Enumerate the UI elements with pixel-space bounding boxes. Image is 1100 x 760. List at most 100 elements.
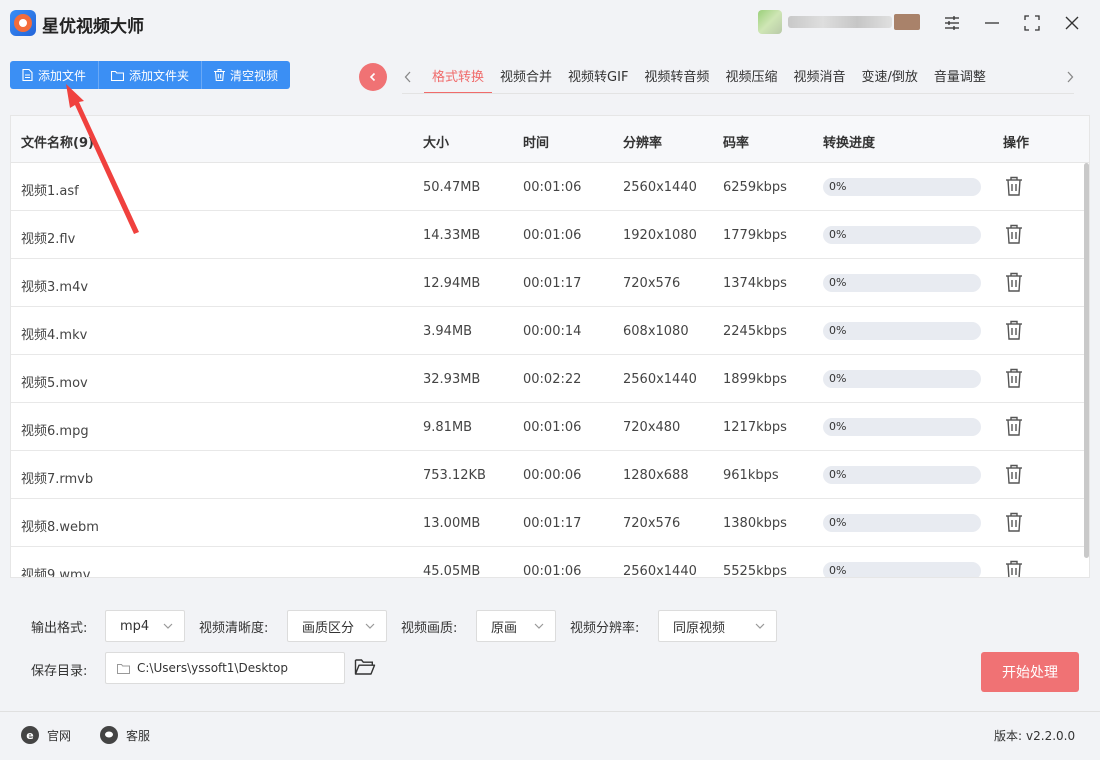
tab-scroll-right-icon[interactable] <box>1063 67 1077 87</box>
tab-video-mute[interactable]: 视频消音 <box>785 60 853 94</box>
tab-video-to-gif[interactable]: 视频转GIF <box>560 60 636 94</box>
settings-panel <box>0 587 1100 712</box>
cell-name: 视频8.webm <box>21 520 99 535</box>
delete-row-trash-icon[interactable] <box>1005 176 1023 196</box>
progress-bar: 0% <box>823 514 981 532</box>
website-label: 官网 <box>47 728 72 743</box>
cell-resolution: 608x1080 <box>623 324 689 339</box>
file-icon <box>22 69 33 81</box>
tab-video-to-audio[interactable]: 视频转音频 <box>636 60 717 94</box>
table-row[interactable]: 视频2.flv 14.33MB 00:01:06 1920x1080 1779kbps 0… <box>11 211 1089 259</box>
cell-duration: 00:01:06 <box>523 180 582 195</box>
vip-badge-icon[interactable] <box>894 14 920 30</box>
support-link[interactable]: 客服 <box>100 726 150 744</box>
cell-bitrate: 5525kbps <box>723 564 787 578</box>
cell-size: 50.47MB <box>423 180 481 195</box>
progress-bar: 0% <box>823 418 981 436</box>
trash-icon <box>214 69 226 81</box>
tab-video-merge[interactable]: 视频合并 <box>492 60 560 94</box>
progress-text: 0% <box>829 276 847 289</box>
table-row[interactable]: 视频1.asf 50.47MB 00:01:06 2560x1440 6259kbps 0… <box>11 163 1089 211</box>
cell-size: 3.94MB <box>423 324 473 339</box>
delete-row-trash-icon[interactable] <box>1005 368 1023 388</box>
cell-size: 753.12KB <box>423 468 486 483</box>
delete-row-trash-icon[interactable] <box>1005 320 1023 340</box>
cell-name: 视频3.m4v <box>21 280 89 295</box>
progress-bar: 0% <box>823 370 981 388</box>
tab-scroll-left-icon[interactable] <box>401 67 415 87</box>
tab-volume-adjust[interactable]: 音量调整 <box>926 60 994 94</box>
minimize-icon[interactable] <box>982 12 1002 34</box>
header-action: 操作 <box>1003 136 1030 151</box>
table-scrollbar[interactable] <box>1084 163 1089 558</box>
cell-name: 视频1.asf <box>21 184 79 199</box>
resolution-label: 视频分辨率: <box>570 621 640 636</box>
output-format-label: 输出格式: <box>31 621 88 636</box>
table-row[interactable]: 视频7.rmvb 753.12KB 00:00:06 1280x688 961kbps 0… <box>11 451 1089 499</box>
maximize-icon[interactable] <box>1022 12 1042 34</box>
delete-row-trash-icon[interactable] <box>1005 272 1023 292</box>
clear-videos-label: 清空视频 <box>230 68 279 83</box>
cell-duration: 00:00:06 <box>523 468 582 483</box>
save-dir-value: C:\Users\yssoft1\Desktop <box>137 661 288 675</box>
delete-row-trash-icon[interactable] <box>1005 224 1023 244</box>
close-icon[interactable] <box>1062 12 1082 34</box>
add-folder-button[interactable]: 添加文件夹 <box>99 61 203 89</box>
file-table: 文件名称(9) 大小 时间 分辨率 码率 转换进度 操作 视频1.asf 50.4… <box>10 115 1090 578</box>
cell-size: 9.81MB <box>423 420 473 435</box>
add-file-button[interactable]: 添加文件 <box>10 61 100 89</box>
clear-videos-button[interactable]: 清空视频 <box>202 61 291 89</box>
delete-row-trash-icon[interactable] <box>1005 464 1023 484</box>
progress-text: 0% <box>829 180 847 193</box>
cell-bitrate: 1899kbps <box>723 372 787 387</box>
cell-duration: 00:01:06 <box>523 564 582 578</box>
clarity-select[interactable]: 画质区分 <box>287 610 387 642</box>
toolbar: 添加文件 添加文件夹 清空视频 <box>10 61 291 89</box>
start-processing-button[interactable]: 开始处理 <box>981 652 1079 692</box>
delete-row-trash-icon[interactable] <box>1005 560 1023 577</box>
app-title: 星优视频大师 <box>42 17 144 37</box>
progress-text: 0% <box>829 468 847 481</box>
cell-name: 视频6.mpg <box>21 424 89 439</box>
quality-select[interactable]: 原画 <box>476 610 556 642</box>
cell-duration: 00:01:06 <box>523 228 582 243</box>
table-row[interactable]: 视频6.mpg 9.81MB 00:01:06 720x480 1217kbps 0% <box>11 403 1089 451</box>
cell-duration: 00:01:06 <box>523 420 582 435</box>
cell-duration: 00:01:17 <box>523 516 582 531</box>
collapse-panel-button[interactable] <box>359 63 387 91</box>
output-format-select[interactable]: mp4 <box>105 610 185 642</box>
resolution-select[interactable]: 同原视频 <box>658 610 777 642</box>
version-value: v2.2.0.0 <box>1026 729 1076 743</box>
delete-row-trash-icon[interactable] <box>1005 416 1023 436</box>
delete-row-trash-icon[interactable] <box>1005 512 1023 532</box>
cell-resolution: 720x576 <box>623 276 681 291</box>
table-row[interactable]: 视频9.wmv 45.05MB 00:01:06 2560x1440 5525kbps 0… <box>11 547 1089 578</box>
table-row[interactable]: 视频3.m4v 12.94MB 00:01:17 720x576 1374kbps 0% <box>11 259 1089 307</box>
table-row[interactable]: 视频8.webm 13.00MB 00:01:17 720x576 1380kbps 0% <box>11 499 1089 547</box>
table-row[interactable]: 视频5.mov 32.93MB 00:02:22 2560x1440 1899kbps 0… <box>11 355 1089 403</box>
tab-video-compress[interactable]: 视频压缩 <box>717 60 785 94</box>
cell-resolution: 1920x1080 <box>623 228 697 243</box>
chevron-down-icon <box>534 623 544 629</box>
add-file-label: 添加文件 <box>38 68 87 83</box>
settings-icon[interactable] <box>942 12 962 34</box>
cell-bitrate: 1380kbps <box>723 516 787 531</box>
tab-speed-reverse[interactable]: 变速/倒放 <box>853 60 925 94</box>
progress-bar: 0% <box>823 322 981 340</box>
username-blurred[interactable] <box>788 16 892 28</box>
cell-bitrate: 1374kbps <box>723 276 787 291</box>
chevron-down-icon <box>755 623 765 629</box>
progress-bar: 0% <box>823 466 981 484</box>
footer-divider <box>0 711 1100 712</box>
clarity-label: 视频清晰度: <box>199 621 269 636</box>
table-row[interactable]: 视频4.mkv 3.94MB 00:00:14 608x1080 2245kbps 0% <box>11 307 1089 355</box>
save-dir-input[interactable]: C:\Users\yssoft1\Desktop <box>105 652 345 684</box>
user-avatar[interactable] <box>758 10 782 34</box>
progress-text: 0% <box>829 372 847 385</box>
ie-icon: e <box>21 726 39 744</box>
website-link[interactable]: e 官网 <box>21 726 71 744</box>
cell-resolution: 2560x1440 <box>623 180 697 195</box>
tab-format-convert[interactable]: 格式转换 <box>424 60 493 94</box>
cell-size: 14.33MB <box>423 228 481 243</box>
folder-open-icon[interactable] <box>354 657 376 677</box>
